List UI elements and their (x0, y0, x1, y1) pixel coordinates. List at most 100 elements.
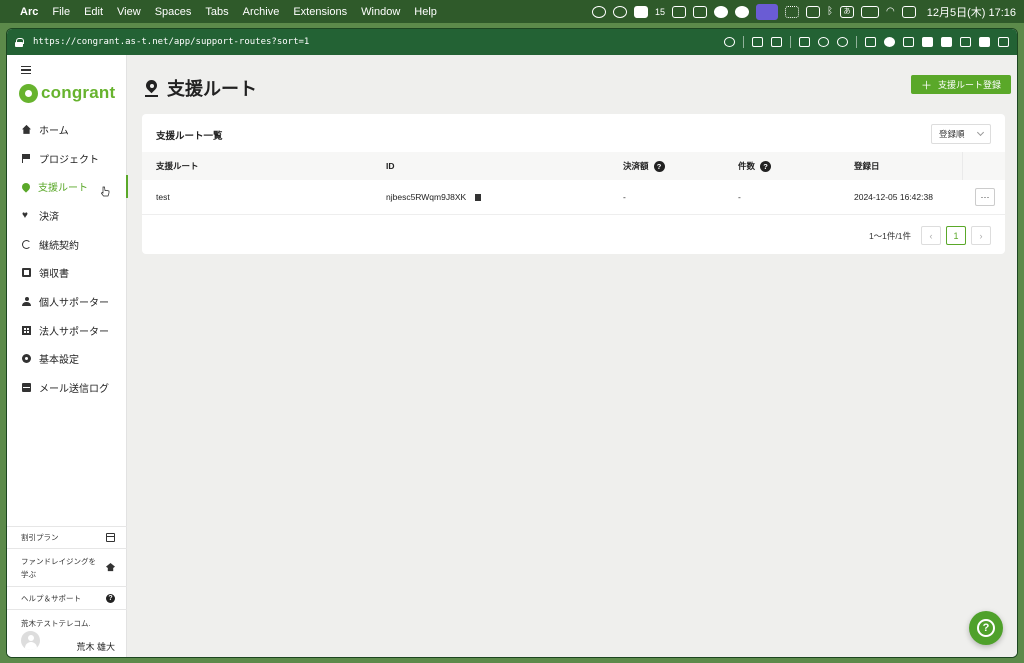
url-bar[interactable]: https://congrant.as-t.net/app/support-ro… (7, 29, 1017, 55)
sidebar-footer: 割引プラン ファンドレイジングを学ぶ ヘルプ＆サポート ? 荒木テストテレコム.… (7, 526, 127, 657)
sort-select-value: 登録順 (939, 129, 965, 139)
sidebar-item-label: 支援ルート (38, 183, 88, 195)
help-icon[interactable]: ? (760, 160, 772, 172)
menu-help[interactable]: Help (414, 6, 437, 18)
sidebar-item-label: 決済 (39, 211, 59, 223)
control-center-icon[interactable] (901, 5, 916, 18)
app-root: congrant ホーム プロジェクト 支援ルート ♥ 決済 継続契約 領収書 … (7, 55, 1017, 657)
mouse-pointer-icon (101, 186, 110, 197)
sort-select[interactable]: 登録順 (931, 124, 991, 144)
map-pin-icon (20, 181, 32, 193)
globe-icon[interactable] (818, 37, 829, 47)
sidebar-item-label: 法人サポーター (39, 326, 109, 338)
user-account[interactable]: 荒木テストテレコム. 荒木 雄大 (7, 609, 127, 657)
sidebar-nav: ホーム プロジェクト 支援ルート ♥ 決済 継続契約 領収書 個人サポーター 法… (7, 115, 128, 402)
menu-window[interactable]: Window (361, 6, 400, 18)
url-text[interactable]: https://congrant.as-t.net/app/support-ro… (33, 37, 724, 47)
heart-icon: ♥ (22, 209, 28, 221)
support-routes-card: 支援ルート一覧 登録順 支援ルート ID 決済額? 件数? 登録日 test n… (142, 114, 1005, 254)
cell-amount: - (623, 192, 626, 202)
capture-icon[interactable] (752, 37, 763, 47)
learn-fundraising-link[interactable]: ファンドレイジングを学ぶ (7, 548, 127, 586)
link-icon[interactable] (724, 37, 735, 47)
input-method-icon[interactable]: あ (840, 5, 854, 18)
dotted-box-icon[interactable] (785, 5, 799, 18)
route-id: njbesc5RWqm9J8XK (386, 192, 467, 202)
menu-app-name[interactable]: Arc (20, 6, 38, 18)
menu-edit[interactable]: Edit (84, 6, 103, 18)
extension-icon-5[interactable] (941, 37, 952, 47)
menu-spaces[interactable]: Spaces (155, 6, 192, 18)
sidebar-item-mail-log[interactable]: メール送信ログ (7, 373, 127, 402)
notion-extension-icon[interactable] (979, 37, 990, 47)
map-pin-icon (145, 80, 158, 97)
camera-icon[interactable] (771, 37, 782, 47)
sidebar-item-payments[interactable]: ♥ 決済 (7, 201, 127, 230)
row-more-button[interactable]: ··· (975, 188, 995, 206)
wifi-icon[interactable]: ◠ (886, 6, 895, 17)
table-row[interactable]: test njbesc5RWqm9J8XK - - 2024-12-05 16:… (142, 180, 1005, 215)
sidebar-item-label: 基本設定 (39, 355, 79, 367)
menu-extensions[interactable]: Extensions (293, 6, 347, 18)
menu-view[interactable]: View (117, 6, 141, 18)
badge-count[interactable]: 15 (655, 7, 665, 17)
menu-toggle-icon[interactable] (21, 66, 31, 74)
menubar-status-area: 15 ᛒ あ ◠ 12月5日(木) 17:16 (591, 3, 1016, 20)
separator (743, 36, 744, 48)
card-title: 支援ルート一覧 (156, 131, 223, 142)
notion-icon[interactable] (806, 5, 820, 18)
sidebar-item-label: 個人サポーター (39, 297, 109, 309)
status-icon-4[interactable] (672, 5, 686, 18)
help-chat-button[interactable]: ? (969, 611, 1003, 645)
battery-icon[interactable] (861, 5, 879, 18)
avatar (21, 631, 40, 650)
url-bar-icons (724, 36, 1009, 48)
cell-route-name[interactable]: test (156, 180, 170, 214)
prev-page-button[interactable]: ‹ (921, 226, 941, 245)
screen-icon[interactable] (756, 3, 778, 20)
add-support-route-button[interactable]: ＋ 支援ルート登録 (910, 75, 1011, 94)
discount-plan-link[interactable]: 割引プラン (7, 526, 127, 548)
extension-icon-3[interactable] (903, 37, 914, 47)
extension-icon-4[interactable] (922, 37, 933, 47)
sidebar-item-recurring[interactable]: 継続契約 (7, 230, 127, 259)
menubar-clock[interactable]: 12月5日(木) 17:16 (927, 4, 1016, 20)
sidebar-item-individual-supporters[interactable]: 個人サポーター (7, 287, 127, 316)
extension-icon-1[interactable] (865, 37, 876, 47)
sidebar-item-home[interactable]: ホーム (7, 115, 127, 144)
user-name: 荒木 雄大 (76, 642, 115, 652)
building-icon (22, 325, 31, 335)
person-icon (22, 296, 31, 306)
congrant-logo[interactable]: congrant (19, 83, 115, 103)
crosshair-icon[interactable] (837, 37, 848, 47)
logo-mark-icon (19, 83, 38, 103)
main-content: 支援ルート ＋ 支援ルート登録 支援ルート一覧 登録順 支援ルート ID 決済額… (127, 55, 1017, 657)
terminal-icon[interactable] (799, 37, 810, 47)
next-page-button[interactable]: › (971, 226, 991, 245)
bluetooth-icon[interactable]: ᛒ (827, 6, 833, 17)
status-icon-2[interactable] (612, 5, 627, 18)
extension-icon-2[interactable] (884, 37, 895, 47)
sidebar-item-receipts[interactable]: 領収書 (7, 258, 127, 287)
dollar-icon[interactable] (735, 5, 749, 18)
sidebar-item-settings[interactable]: 基本設定 (7, 345, 127, 374)
column-header-amount: 決済額? (623, 152, 665, 180)
download-icon[interactable] (693, 5, 707, 18)
puzzle-icon[interactable] (998, 37, 1009, 47)
sidebar-item-projects[interactable]: プロジェクト (7, 144, 127, 173)
browser-window: https://congrant.as-t.net/app/support-ro… (6, 28, 1018, 658)
page-1-button[interactable]: 1 (946, 226, 966, 245)
help-support-link[interactable]: ヘルプ＆サポート ? (7, 586, 127, 609)
menu-tabs[interactable]: Tabs (205, 6, 228, 18)
copy-icon[interactable] (475, 193, 482, 201)
status-icon-1[interactable] (591, 5, 606, 18)
help-icon[interactable]: ? (653, 160, 665, 172)
menu-archive[interactable]: Archive (243, 6, 280, 18)
menu-file[interactable]: File (52, 6, 70, 18)
status-icon-3[interactable] (633, 5, 648, 18)
sidebar-item-corporate-supporters[interactable]: 法人サポーター (7, 316, 127, 345)
info-icon[interactable] (714, 5, 728, 18)
macos-menubar: Arc File Edit View Spaces Tabs Archive E… (0, 0, 1024, 23)
extension-icon-6[interactable] (960, 37, 971, 47)
column-header-id: ID (386, 161, 395, 171)
